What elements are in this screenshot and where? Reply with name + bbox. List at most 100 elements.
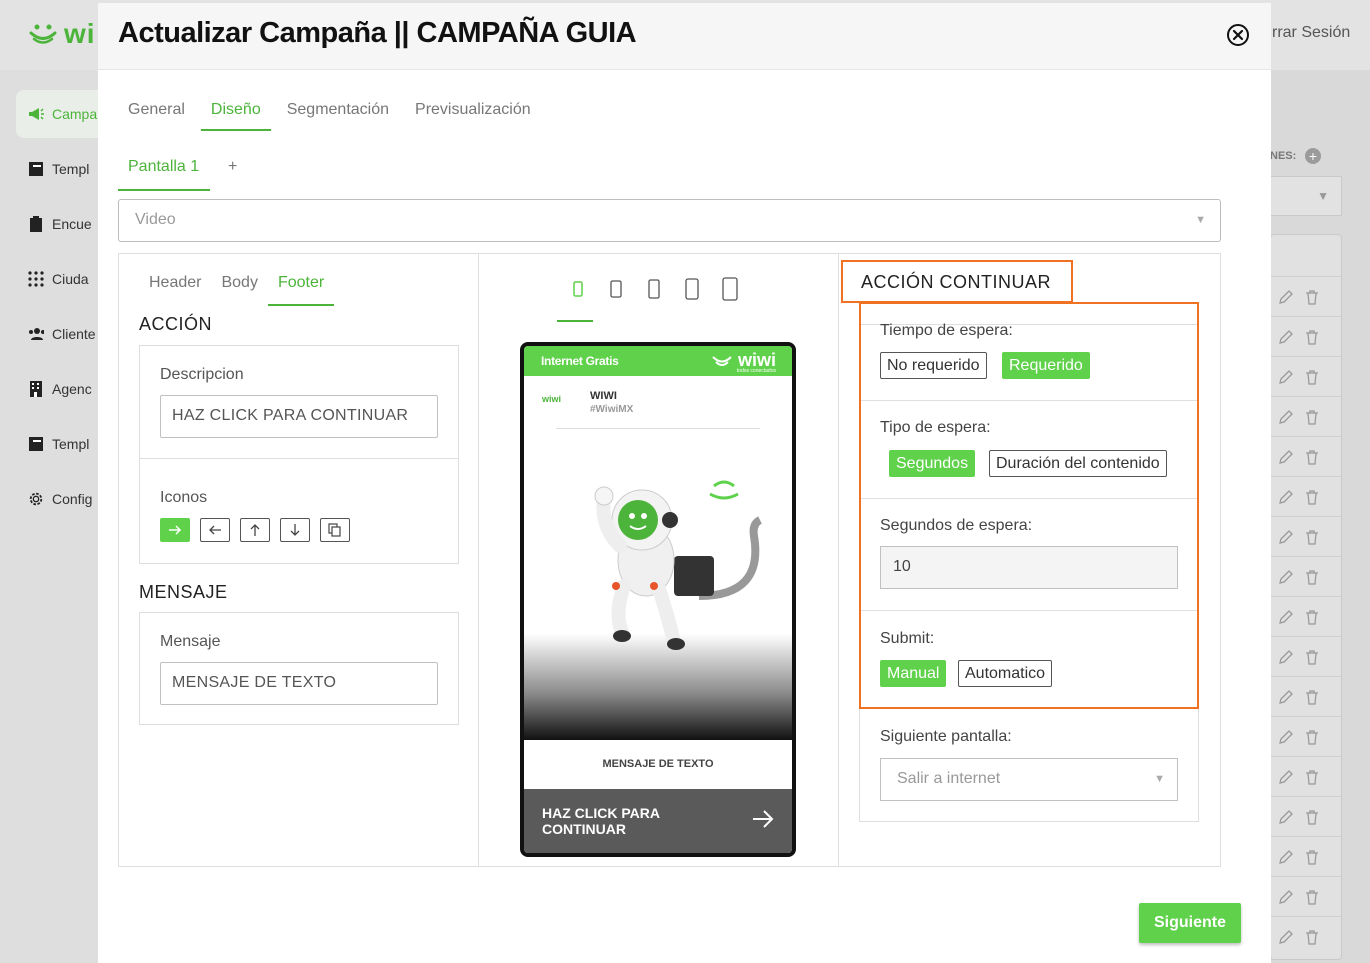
- pencil-icon[interactable]: [1278, 729, 1294, 745]
- seconds-option[interactable]: Segundos: [889, 450, 976, 477]
- tablet-large-icon[interactable]: [711, 274, 749, 304]
- content-type-value: Video: [135, 211, 176, 228]
- trash-icon[interactable]: [1304, 729, 1320, 745]
- trash-icon[interactable]: [1304, 809, 1320, 825]
- continue-action-title: ACCIÓN CONTINUAR: [841, 260, 1073, 303]
- trash-icon[interactable]: [1304, 849, 1320, 865]
- close-icon[interactable]: [1226, 23, 1250, 47]
- next-button[interactable]: Siguiente: [1139, 903, 1241, 943]
- table-row: [1270, 636, 1342, 676]
- trash-icon[interactable]: [1304, 449, 1320, 465]
- tablet-icon[interactable]: [673, 274, 711, 304]
- pencil-icon[interactable]: [1278, 369, 1294, 385]
- description-input[interactable]: HAZ CLICK PARA CONTINUAR: [160, 395, 438, 438]
- arrow-right-icon: [753, 810, 774, 828]
- template-icon: [28, 161, 44, 177]
- caret-down-icon: ▼: [1317, 189, 1329, 203]
- pencil-icon[interactable]: [1278, 449, 1294, 465]
- wait-seconds-input[interactable]: 10: [880, 546, 1178, 589]
- required-option[interactable]: Requerido: [1002, 352, 1090, 379]
- table-row: [1270, 276, 1342, 316]
- tab-design[interactable]: Diseño: [200, 93, 271, 131]
- pencil-icon[interactable]: [1278, 489, 1294, 505]
- table-row: [1270, 796, 1342, 836]
- trash-icon[interactable]: [1304, 889, 1320, 905]
- arrow-right-icon[interactable]: [160, 518, 190, 542]
- preview-cta-button[interactable]: HAZ CLICK PARA CONTINUAR: [524, 789, 792, 853]
- preview-header-logo: wiwi todos conectados: [711, 350, 776, 374]
- pencil-icon[interactable]: [1278, 889, 1294, 905]
- preview-brand: wiwi: [542, 394, 562, 404]
- megaphone-icon: [28, 106, 44, 122]
- background-select[interactable]: ▼: [1270, 176, 1342, 216]
- pencil-icon[interactable]: [1278, 929, 1294, 945]
- phone-tall-icon[interactable]: [635, 274, 673, 304]
- trash-icon[interactable]: [1304, 689, 1320, 705]
- tab-footer[interactable]: Footer: [267, 266, 335, 306]
- trash-icon[interactable]: [1304, 569, 1320, 585]
- pencil-icon[interactable]: [1278, 289, 1294, 305]
- trash-icon[interactable]: [1304, 649, 1320, 665]
- preview-profile-name: WIWI: [590, 390, 617, 402]
- logout-link[interactable]: rrar Sesión: [1272, 24, 1350, 42]
- content-duration-option[interactable]: Duración del contenido: [989, 450, 1167, 477]
- trash-icon[interactable]: [1304, 409, 1320, 425]
- tab-general[interactable]: General: [118, 93, 195, 131]
- tab-segmentation[interactable]: Segmentación: [277, 93, 399, 131]
- phone-small-icon[interactable]: [559, 274, 597, 304]
- background-section-label: NES:: [1270, 150, 1297, 162]
- automatic-option[interactable]: Automatico: [958, 660, 1053, 687]
- tab-header[interactable]: Header: [139, 266, 211, 306]
- preview-header-title: Internet Gratis: [541, 354, 619, 368]
- add-screen-button[interactable]: +: [210, 151, 255, 183]
- divider: [861, 400, 1197, 401]
- trash-icon[interactable]: [1304, 489, 1320, 505]
- sidebar-item-label: Encue: [52, 216, 92, 232]
- manual-option[interactable]: Manual: [880, 660, 947, 687]
- message-input[interactable]: MENSAJE DE TEXTO: [160, 662, 438, 705]
- arrow-up-icon[interactable]: [240, 518, 270, 542]
- pencil-icon[interactable]: [1278, 529, 1294, 545]
- trash-icon[interactable]: [1304, 289, 1320, 305]
- pencil-icon[interactable]: [1278, 569, 1294, 585]
- pencil-icon[interactable]: [1278, 409, 1294, 425]
- preview-video[interactable]: 0:00 / 0:10: [524, 436, 792, 793]
- content-type-select[interactable]: Video ▼: [118, 199, 1221, 242]
- sidebar-item-label: Cliente: [52, 326, 96, 342]
- phone-icon[interactable]: [597, 274, 635, 304]
- trash-icon[interactable]: [1304, 329, 1320, 345]
- wait-time-label: Tiempo de espera:: [880, 322, 1013, 339]
- pencil-icon[interactable]: [1278, 849, 1294, 865]
- pencil-icon[interactable]: [1278, 609, 1294, 625]
- pencil-icon[interactable]: [1278, 689, 1294, 705]
- tab-preview[interactable]: Previsualización: [405, 93, 541, 131]
- trash-icon[interactable]: [1304, 609, 1320, 625]
- trash-icon[interactable]: [1304, 929, 1320, 945]
- column-divider: [478, 254, 479, 866]
- add-circle-icon[interactable]: +: [1305, 148, 1321, 164]
- pencil-icon[interactable]: [1278, 769, 1294, 785]
- not-required-option[interactable]: No requerido: [880, 352, 987, 379]
- next-screen-value: Salir a internet: [897, 770, 1001, 787]
- tab-screen-1[interactable]: Pantalla 1: [118, 151, 210, 191]
- arrow-left-icon[interactable]: [200, 518, 230, 542]
- pencil-icon[interactable]: [1278, 329, 1294, 345]
- table-row: [1270, 516, 1342, 556]
- copy-icon[interactable]: [320, 518, 350, 542]
- caret-down-icon: ▼: [1195, 214, 1206, 226]
- pencil-icon[interactable]: [1278, 809, 1294, 825]
- action-section-title: ACCIÓN: [139, 314, 213, 334]
- arrow-down-icon[interactable]: [280, 518, 310, 542]
- modal-title: Actualizar Campaña || CAMPAÑA GUIA: [118, 17, 637, 49]
- trash-icon[interactable]: [1304, 769, 1320, 785]
- pencil-icon[interactable]: [1278, 649, 1294, 665]
- trash-icon[interactable]: [1304, 529, 1320, 545]
- next-screen-select[interactable]: Salir a internet ▼: [880, 758, 1178, 801]
- app-logo[interactable]: wi: [28, 18, 96, 50]
- tab-body[interactable]: Body: [211, 266, 267, 306]
- design-panel: Header Body Footer ACCIÓN Descripcion HA…: [118, 253, 1221, 867]
- update-campaign-modal: Actualizar Campaña || CAMPAÑA GUIA Gener…: [98, 3, 1271, 963]
- device-selector: [559, 274, 749, 304]
- gear-icon: [28, 491, 44, 507]
- trash-icon[interactable]: [1304, 369, 1320, 385]
